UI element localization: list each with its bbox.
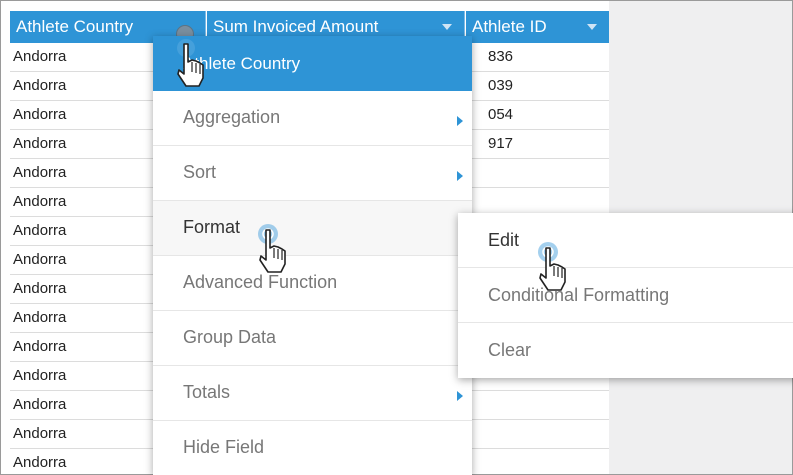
chevron-right-icon xyxy=(457,171,463,181)
menu-item-advanced-function[interactable]: Advanced Function xyxy=(153,256,472,311)
column-context-menu: Athlete Country Aggregation Sort Format … xyxy=(153,36,472,475)
hand-pointer-icon xyxy=(258,224,286,273)
submenu-item-label: Clear xyxy=(488,340,532,360)
menu-item-format[interactable]: Format xyxy=(153,201,472,256)
menu-item-label: Totals xyxy=(183,382,231,402)
cell-athlete-country: Andorra xyxy=(13,309,67,326)
column-header-label: Athlete Country xyxy=(16,17,134,36)
cell-athlete-country: Andorra xyxy=(13,106,67,123)
cell-athlete-country: Andorra xyxy=(13,338,67,355)
chevron-right-icon xyxy=(457,391,463,401)
cell-athlete-id: 836 xyxy=(488,48,514,65)
cell-athlete-country: Andorra xyxy=(13,367,67,384)
cell-athlete-country: Andorra xyxy=(13,164,67,181)
menu-item-label: Group Data xyxy=(183,327,277,347)
column-header-label: Sum Invoiced Amount xyxy=(213,17,379,36)
cell-athlete-country: Andorra xyxy=(13,193,67,210)
menu-item-totals[interactable]: Totals xyxy=(153,366,472,421)
chevron-right-icon xyxy=(457,116,463,126)
chevron-down-icon[interactable] xyxy=(442,24,452,30)
cell-athlete-country: Andorra xyxy=(13,135,67,152)
cell-athlete-id: 917 xyxy=(488,135,514,152)
menu-item-hide-field[interactable]: Hide Field xyxy=(153,421,472,475)
submenu-item-label: Conditional Formatting xyxy=(488,285,670,305)
menu-item-group-data[interactable]: Group Data xyxy=(153,311,472,366)
menu-item-label: Format xyxy=(183,217,241,237)
chevron-down-icon[interactable] xyxy=(587,24,597,30)
menu-item-label: Aggregation xyxy=(183,107,281,127)
hand-pointer-icon xyxy=(538,242,566,291)
cell-athlete-country: Andorra xyxy=(13,280,67,297)
submenu-item-label: Edit xyxy=(488,230,520,250)
cell-athlete-country: Andorra xyxy=(13,222,67,239)
column-header-athlete-id[interactable]: Athlete ID xyxy=(466,11,609,43)
menu-item-sort[interactable]: Sort xyxy=(153,146,472,201)
cell-athlete-country: Andorra xyxy=(13,454,67,471)
menu-item-label: Hide Field xyxy=(183,437,265,457)
menu-item-label: Sort xyxy=(183,162,217,182)
menu-item-aggregation[interactable]: Aggregation xyxy=(153,91,472,146)
cell-athlete-country: Andorra xyxy=(13,425,67,442)
cell-athlete-id: 054 xyxy=(488,106,514,123)
cell-athlete-country: Andorra xyxy=(13,48,67,65)
column-header-label: Athlete ID xyxy=(472,17,547,36)
cell-athlete-country: Andorra xyxy=(13,251,67,268)
cell-athlete-id: 039 xyxy=(488,77,514,94)
cell-athlete-country: Andorra xyxy=(13,396,67,413)
cell-athlete-country: Andorra xyxy=(13,77,67,94)
format-submenu: Edit Conditional Formatting Clear xyxy=(458,213,793,378)
submenu-item-edit[interactable]: Edit xyxy=(458,213,793,268)
hand-pointer-icon xyxy=(177,39,204,87)
submenu-item-clear[interactable]: Clear xyxy=(458,323,793,378)
submenu-item-conditional-formatting[interactable]: Conditional Formatting xyxy=(458,268,793,323)
